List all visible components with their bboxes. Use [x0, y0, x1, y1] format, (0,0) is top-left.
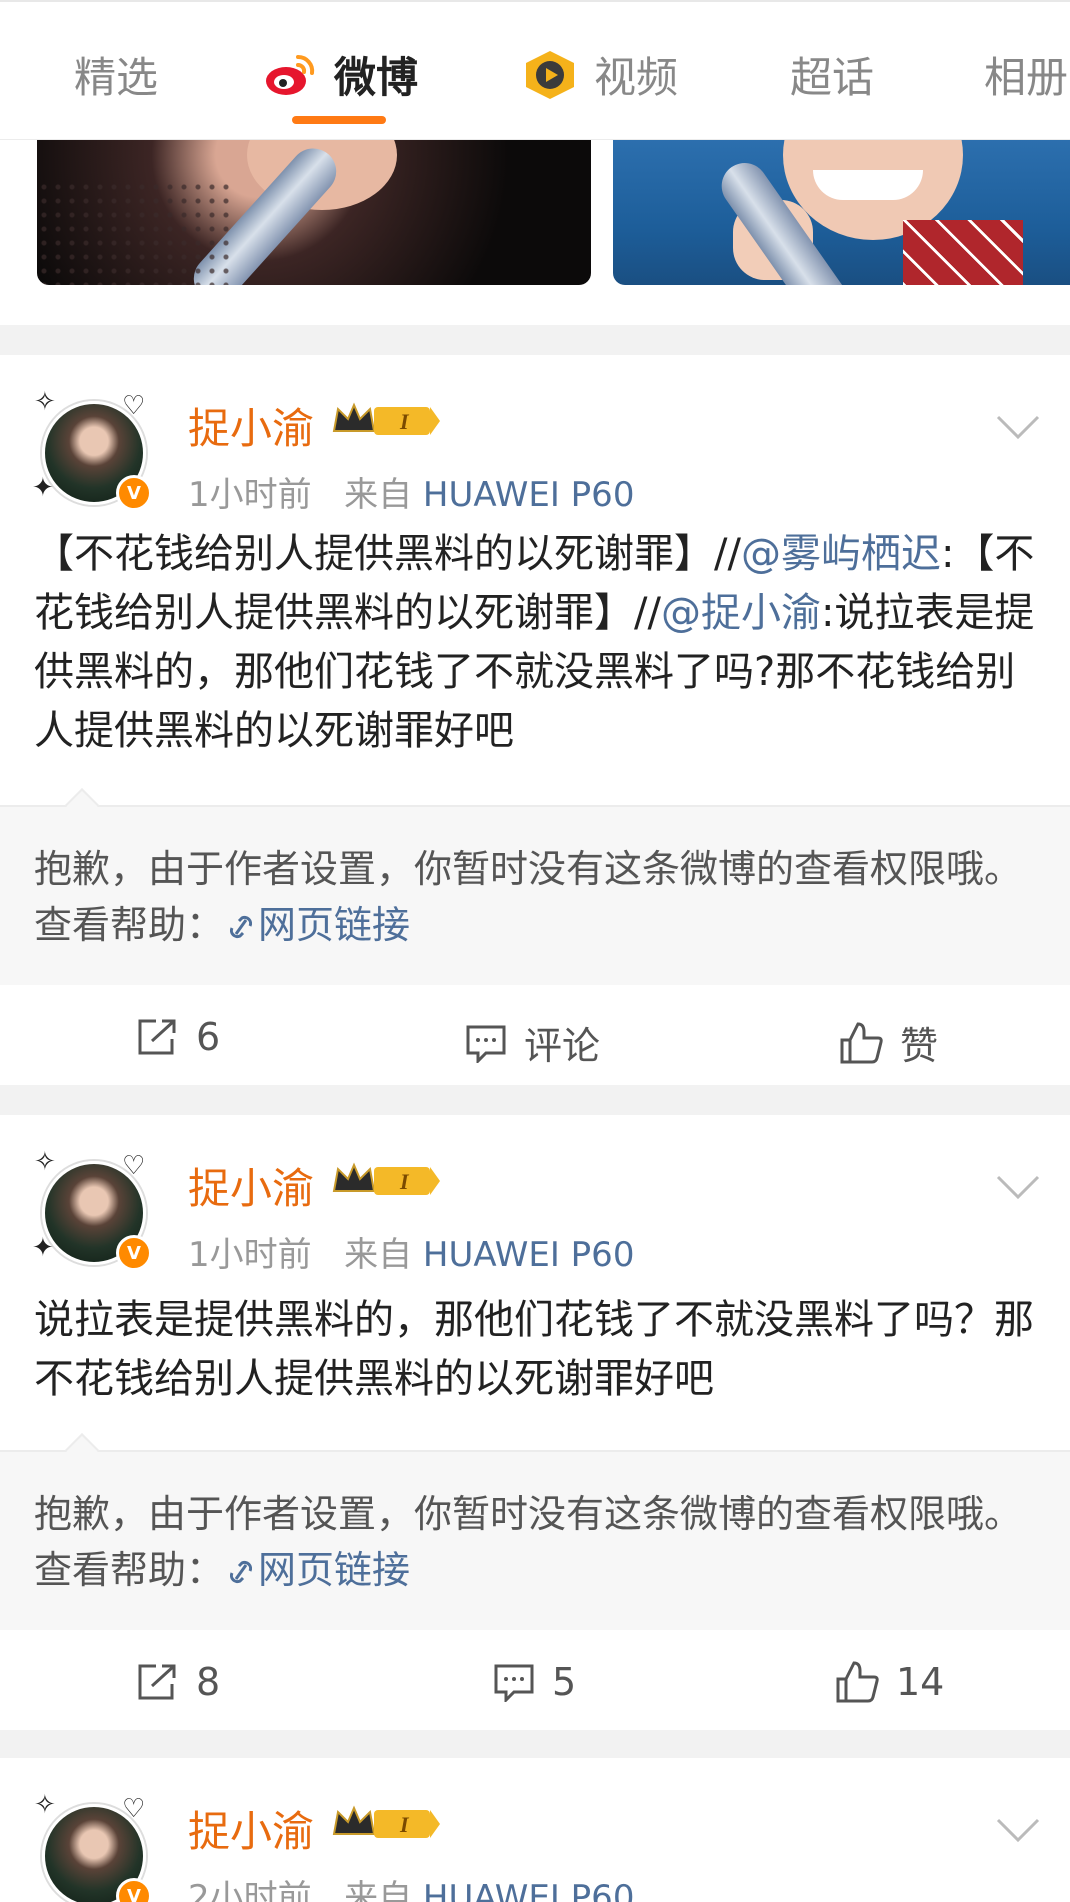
- repost-count: 6: [196, 1015, 221, 1059]
- username[interactable]: 捉小渝: [188, 1798, 314, 1859]
- source-prefix: 来自: [344, 1235, 413, 1275]
- chevron-down-icon[interactable]: [996, 415, 1040, 441]
- thumbs-up-icon: [836, 1661, 879, 1703]
- chevron-down-icon[interactable]: [996, 1818, 1040, 1844]
- svg-text:I: I: [399, 409, 410, 434]
- repost-button[interactable]: 6: [136, 1015, 220, 1059]
- post-time: 2小时前: [188, 1878, 312, 1902]
- comment-icon: [494, 1664, 534, 1702]
- tab-super-topic[interactable]: 超话: [790, 44, 874, 105]
- svg-text:I: I: [399, 1169, 410, 1194]
- source-prefix: 来自: [344, 1878, 413, 1902]
- post-actions: 6 评论 赞: [0, 985, 1070, 1085]
- tab-featured[interactable]: 精选: [74, 44, 158, 105]
- member-crown-badge-icon: I: [332, 1805, 440, 1838]
- like-count: 14: [896, 1660, 945, 1704]
- post-meta: 1小时前 来自 HUAWEI P60: [188, 467, 634, 516]
- repost-icon: [138, 1019, 176, 1055]
- restricted-text: 抱歉，由于作者设置，你暂时没有这条微博的查看权限哦。查看帮助： 网页链接: [34, 847, 1023, 947]
- avatar[interactable]: ✧ ♡ V: [34, 1790, 154, 1902]
- member-crown-badge-icon: I: [332, 1162, 440, 1195]
- sparkle-icon: ✦: [32, 473, 54, 503]
- weibo-logo-icon: [266, 54, 315, 95]
- link-icon: [229, 915, 253, 939]
- chevron-down-icon[interactable]: [996, 1175, 1040, 1201]
- video-icon: [526, 50, 574, 99]
- post-actions: 8 5 14: [0, 1630, 1070, 1730]
- comment-icon: [466, 1025, 506, 1063]
- source-prefix: 来自: [344, 475, 413, 515]
- comment-button[interactable]: 评论: [464, 1015, 600, 1070]
- member-crown-badge-icon: I: [332, 402, 440, 435]
- sparkle-icon: ✧: [34, 387, 56, 417]
- repost-icon: [138, 1664, 176, 1700]
- tab-label: 相册: [984, 53, 1069, 102]
- comment-count: 5: [552, 1660, 577, 1704]
- like-button[interactable]: 赞: [838, 1015, 938, 1070]
- username[interactable]: 捉小渝: [188, 1155, 314, 1216]
- sparkle-icon: ✧: [34, 1790, 56, 1820]
- heart-icon: ♡: [122, 391, 146, 421]
- web-link[interactable]: 网页链接: [224, 1548, 410, 1592]
- tab-album[interactable]: 相册: [984, 44, 1068, 105]
- tab-label: 精选: [74, 53, 159, 102]
- restricted-repost-notice: 抱歉，由于作者设置，你暂时没有这条微博的查看权限哦。查看帮助： 网页链接: [0, 1433, 1070, 1630]
- like-button[interactable]: 14: [834, 1660, 944, 1704]
- top-tab-bar: 精选 微博 视频 超话 相册: [0, 0, 1070, 140]
- tab-label: 视频: [594, 53, 679, 102]
- comment-label: 评论: [524, 1024, 601, 1068]
- link-icon: [229, 1560, 253, 1584]
- svg-text:I: I: [399, 1812, 410, 1837]
- weibo-post: ✧ ♡ V 捉小渝 I 2小时前 来自 HUAWEI P60: [0, 1758, 1070, 1902]
- weibo-post: ✧ ♡ ✦ V 捉小渝 I 1小时前 来自 HUAWEI P60 说拉表是提供黑…: [0, 1115, 1070, 1730]
- repost-button[interactable]: 8: [136, 1660, 220, 1704]
- post-meta: 2小时前 来自 HUAWEI P60: [188, 1870, 634, 1902]
- tab-label: 超话: [790, 53, 875, 102]
- heart-icon: ♡: [122, 1794, 146, 1824]
- post-meta: 1小时前 来自 HUAWEI P60: [188, 1227, 634, 1276]
- post-content: 说拉表是提供黑料的，那他们花钱了不就没黑料了吗？那不花钱给别人提供黑料的以死谢罪…: [34, 1297, 1034, 1402]
- tab-video[interactable]: 视频: [522, 44, 678, 105]
- weibo-post: ✧ ♡ ✦ V 捉小渝 I 1小时前 来自 HUAWEI P60 【不花钱给别人…: [0, 355, 1070, 1085]
- verified-badge-icon: V: [116, 475, 152, 511]
- post-image[interactable]: [613, 140, 1070, 285]
- post-text: 【不花钱给别人提供黑料的以死谢罪】//: [34, 531, 741, 577]
- active-tab-indicator: [292, 116, 386, 124]
- post-time: 1小时前: [188, 1235, 312, 1275]
- device-name[interactable]: HUAWEI P60: [423, 475, 635, 515]
- sparkle-icon: ✦: [32, 1233, 54, 1263]
- restricted-repost-notice: 抱歉，由于作者设置，你暂时没有这条微博的查看权限哦。查看帮助： 网页链接: [0, 788, 1070, 985]
- avatar[interactable]: ✧ ♡ ✦ V: [32, 1147, 154, 1271]
- comment-button[interactable]: 5: [492, 1660, 576, 1704]
- post-time: 1小时前: [188, 475, 312, 515]
- verified-badge-icon: V: [116, 1235, 152, 1271]
- post-image[interactable]: [37, 140, 591, 285]
- avatar[interactable]: ✧ ♡ ✦ V: [32, 387, 154, 511]
- restricted-text: 抱歉，由于作者设置，你暂时没有这条微博的查看权限哦。查看帮助： 网页链接: [34, 1492, 1023, 1592]
- username[interactable]: 捉小渝: [188, 395, 314, 456]
- verified-badge-icon: V: [116, 1878, 152, 1902]
- thumbs-up-icon: [840, 1021, 883, 1063]
- post-content: 【不花钱给别人提供黑料的以死谢罪】//@雾屿栖迟:【不花钱给别人提供黑料的以死谢…: [34, 525, 1044, 761]
- mention-link[interactable]: @雾屿栖迟: [741, 531, 941, 577]
- previous-post-images: [0, 140, 1070, 325]
- sparkle-icon: ✧: [34, 1147, 56, 1177]
- device-name[interactable]: HUAWEI P60: [423, 1235, 635, 1275]
- mention-link[interactable]: @捉小渝: [661, 590, 821, 636]
- like-label: 赞: [900, 1024, 939, 1068]
- device-name[interactable]: HUAWEI P60: [423, 1878, 635, 1902]
- tab-label: 微博: [334, 53, 419, 102]
- web-link[interactable]: 网页链接: [224, 903, 410, 947]
- heart-icon: ♡: [122, 1151, 146, 1181]
- tab-weibo[interactable]: 微博: [262, 44, 418, 105]
- repost-count: 8: [196, 1660, 221, 1704]
